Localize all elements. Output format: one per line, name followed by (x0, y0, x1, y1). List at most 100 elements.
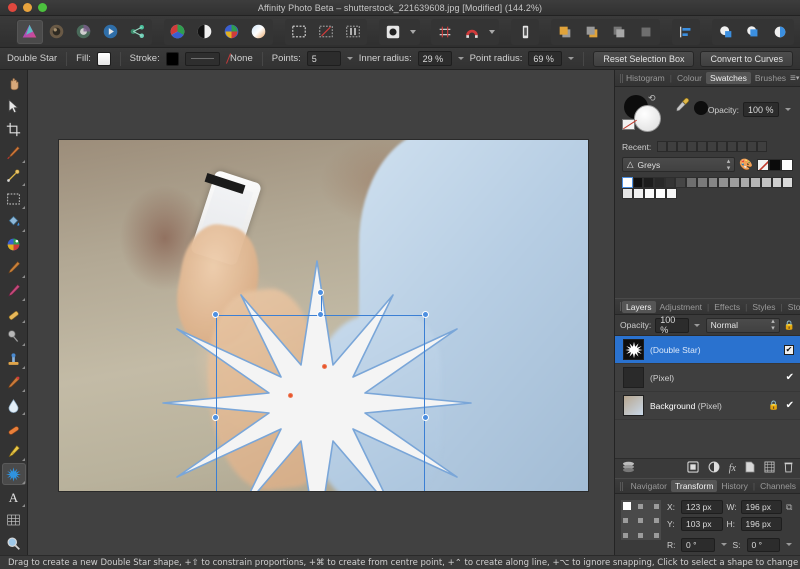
tab-channels[interactable]: Channels (756, 480, 800, 492)
anchor-top-right[interactable] (654, 504, 659, 509)
arrange-backward-icon[interactable] (606, 20, 632, 44)
points-input[interactable]: 5 (307, 51, 341, 66)
tool-clone[interactable] (2, 348, 26, 370)
layer-visibility-checkbox[interactable]: ✔ (786, 400, 794, 411)
layer-visibility-checkbox[interactable]: ✔ (784, 345, 794, 355)
layer-visibility-checkbox[interactable]: ✔ (786, 372, 794, 383)
magnet-icon[interactable] (459, 20, 485, 44)
adjustment-layer-icon[interactable] (708, 461, 720, 476)
palette-preferences-icon[interactable]: 🎨 (739, 158, 753, 171)
rotation-input[interactable]: 0 ° (681, 538, 715, 552)
anchor-top-center[interactable] (638, 504, 643, 509)
mask-layer-icon[interactable] (687, 461, 699, 476)
recent-swatches-strip[interactable] (657, 141, 767, 152)
handle-top-right[interactable] (422, 311, 429, 318)
link-ratio-icon[interactable]: ⧉ (786, 502, 794, 513)
shear-caret-icon[interactable] (784, 537, 794, 552)
tool-colour-replacement[interactable] (2, 280, 26, 302)
delete-layer-icon[interactable] (784, 461, 793, 476)
x-input[interactable]: 123 px (681, 500, 723, 514)
w-input[interactable]: 196 px (741, 500, 783, 514)
stroke-colour-swatch[interactable] (166, 52, 180, 66)
swatch-grid[interactable] (622, 177, 793, 199)
liquify-persona-icon[interactable] (44, 20, 70, 44)
layer-opacity-caret-icon[interactable] (693, 318, 701, 333)
anchor-center[interactable] (638, 518, 643, 523)
boolean-intersect-icon[interactable] (767, 20, 793, 44)
document-photo[interactable] (59, 140, 588, 491)
tab-effects[interactable]: Effects (710, 301, 744, 313)
anchor-point-selector[interactable] (621, 500, 661, 540)
anchor-middle-right[interactable] (654, 518, 659, 523)
export-persona-icon[interactable] (125, 20, 151, 44)
tool-paint-brush[interactable] (2, 257, 26, 279)
tab-layers[interactable]: Layers (622, 301, 656, 313)
y-input[interactable]: 103 px (681, 517, 723, 531)
tool-flood-select[interactable] (2, 165, 26, 187)
palette-chips[interactable] (757, 159, 793, 171)
refine-icon[interactable] (313, 20, 339, 44)
table-row[interactable]: (Double Star) ✔ (615, 336, 800, 364)
fx-icon[interactable]: fx (729, 463, 736, 474)
convert-to-curves-button[interactable]: Convert to Curves (700, 51, 793, 67)
swap-colours-icon[interactable]: ⟲ (648, 93, 656, 104)
new-layer-icon[interactable] (745, 461, 755, 476)
table-row[interactable]: Background (Pixel) 🔒 ✔ (615, 392, 800, 420)
palette-select[interactable]: △ Greys ▴▾ (622, 157, 735, 172)
point-radius-input[interactable]: 69 % (528, 51, 562, 66)
no-fill-icon[interactable] (622, 119, 635, 130)
tool-mesh-warp[interactable] (2, 509, 26, 531)
tool-move[interactable] (2, 96, 26, 118)
opacity-dropdown-caret-icon[interactable] (783, 102, 793, 117)
tool-flood-fill[interactable] (2, 211, 26, 233)
tab-navigator[interactable]: Navigator (627, 480, 671, 492)
tool-view[interactable] (2, 73, 26, 95)
contrast-icon[interactable] (192, 20, 218, 44)
point-radius-control-point[interactable] (322, 364, 327, 369)
opacity-input[interactable]: 100 % (743, 102, 779, 117)
inner-radius-input[interactable]: 29 % (418, 51, 452, 66)
tab-history[interactable]: History (717, 480, 751, 492)
panel-grip-icon[interactable] (619, 482, 624, 491)
selection-marquee-icon[interactable] (286, 20, 312, 44)
tool-marquee[interactable] (2, 188, 26, 210)
tab-adjustment[interactable]: Adjustment (656, 301, 707, 313)
canvas-area[interactable] (28, 70, 614, 555)
develop-persona-icon[interactable] (71, 20, 97, 44)
tool-selection-brush[interactable] (2, 142, 26, 164)
handle-top-center[interactable] (317, 311, 324, 318)
tab-swatches[interactable]: Swatches (706, 72, 751, 84)
boolean-subtract-icon[interactable] (740, 20, 766, 44)
point-radius-dropdown-caret-icon[interactable] (568, 51, 574, 66)
palette-stepper-icon[interactable]: ▴▾ (727, 158, 731, 172)
h-input[interactable]: 196 px (741, 517, 783, 531)
inner-radius-dropdown-caret-icon[interactable] (458, 51, 464, 66)
boolean-add-icon[interactable] (713, 20, 739, 44)
colour-picker-icon[interactable] (674, 97, 690, 116)
blend-mode-select[interactable]: Normal ▴▾ (706, 318, 780, 333)
column-guides-icon[interactable] (512, 20, 538, 44)
tab-stock[interactable]: Stock (784, 301, 800, 313)
new-group-icon[interactable] (764, 461, 775, 476)
tool-smudge[interactable] (2, 417, 26, 439)
table-row[interactable]: (Pixel) ✔ (615, 364, 800, 392)
rotation-handle[interactable] (317, 289, 324, 296)
gradient-icon[interactable] (246, 20, 272, 44)
shear-input[interactable]: 0 ° (747, 538, 781, 552)
magnet-dropdown-caret-icon[interactable] (486, 20, 498, 44)
secondary-colour-circle[interactable] (694, 101, 708, 115)
panel-menu-icon[interactable]: ≡▾ (790, 73, 799, 84)
align-icon[interactable] (673, 20, 699, 44)
rotation-caret-icon[interactable] (719, 537, 729, 552)
snapping-dropdown-caret-icon[interactable] (407, 20, 419, 44)
arrange-forward-icon[interactable] (579, 20, 605, 44)
stroke-width-slider[interactable] (185, 52, 220, 66)
reset-selection-box-button[interactable]: Reset Selection Box (593, 51, 694, 67)
inner-radius-control-point[interactable] (288, 393, 293, 398)
fill-colour-circle[interactable] (634, 105, 661, 132)
mask-icon[interactable] (340, 20, 366, 44)
tool-shape-double-star[interactable] (2, 463, 26, 485)
tool-paint-mixer[interactable] (2, 234, 26, 256)
points-dropdown-caret-icon[interactable] (347, 51, 353, 66)
handle-middle-left[interactable] (212, 414, 219, 421)
